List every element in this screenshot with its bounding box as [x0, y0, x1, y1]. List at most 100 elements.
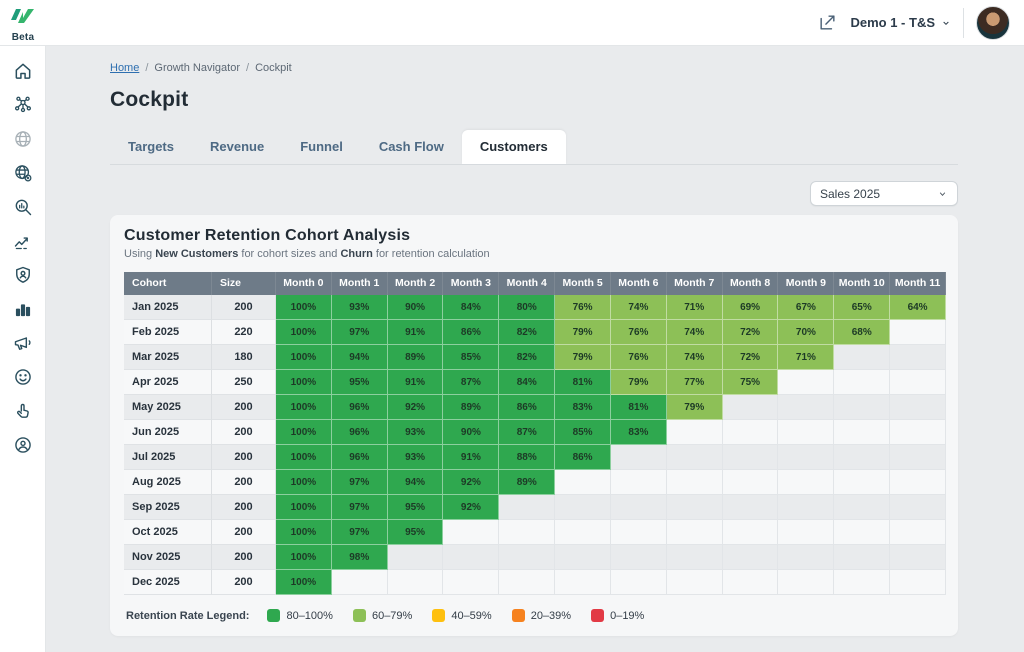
column-header: Size: [212, 272, 276, 295]
retention-cell: 96%: [332, 395, 388, 420]
cohort-label: Dec 2025: [124, 570, 212, 595]
workspace-dropdown[interactable]: Demo 1 - T&S: [850, 15, 951, 30]
empty-cell: [499, 570, 555, 595]
legend-item-label: 60–79%: [372, 610, 412, 622]
empty-cell: [834, 520, 890, 545]
workflow-nodes-icon[interactable]: [12, 94, 34, 116]
user-profile-icon[interactable]: [12, 434, 34, 456]
smiley-icon[interactable]: [12, 366, 34, 388]
retention-cell: 76%: [555, 295, 611, 320]
empty-cell: [555, 495, 611, 520]
legend-item-label: 40–59%: [451, 610, 491, 622]
tab-funnel[interactable]: Funnel: [282, 130, 361, 164]
cohort-label: Mar 2025: [124, 345, 212, 370]
tab-revenue[interactable]: Revenue: [192, 130, 282, 164]
app-logo[interactable]: Beta: [0, 2, 46, 43]
empty-cell: [890, 420, 946, 445]
cohort-label: May 2025: [124, 395, 212, 420]
empty-cell: [667, 495, 723, 520]
retention-cell: 88%: [499, 445, 555, 470]
retention-cell: 72%: [723, 320, 779, 345]
tab-customers[interactable]: Customers: [462, 130, 566, 164]
retention-cell: 100%: [276, 545, 332, 570]
home-icon[interactable]: [12, 60, 34, 82]
globe-pin-icon[interactable]: [12, 162, 34, 184]
empty-cell: [778, 545, 834, 570]
cohort-size: 200: [212, 570, 276, 595]
edit-icon[interactable]: [818, 13, 838, 33]
legend-swatch: [591, 609, 604, 622]
empty-cell: [778, 495, 834, 520]
empty-cell: [778, 445, 834, 470]
table-row: Jul 2025200100%96%93%91%88%86%: [124, 445, 946, 470]
breadcrumb-home-link[interactable]: Home: [110, 62, 139, 74]
globe-icon[interactable]: [12, 128, 34, 150]
empty-cell: [611, 445, 667, 470]
retention-cell: 86%: [499, 395, 555, 420]
empty-cell: [834, 495, 890, 520]
retention-cell: 81%: [555, 370, 611, 395]
retention-cell: 90%: [388, 295, 444, 320]
search-analytics-icon[interactable]: [12, 196, 34, 218]
empty-cell: [611, 570, 667, 595]
retention-cell: 97%: [332, 470, 388, 495]
retention-legend: Retention Rate Legend: 80–100%60–79%40–5…: [124, 609, 946, 622]
dataset-select[interactable]: Sales 2025: [810, 181, 958, 206]
cohort-size: 200: [212, 470, 276, 495]
column-header: Month 6: [611, 272, 667, 295]
dataset-select-value: Sales 2025: [820, 187, 880, 201]
tab-cash-flow[interactable]: Cash Flow: [361, 130, 462, 164]
shield-user-icon[interactable]: [12, 264, 34, 286]
empty-cell: [890, 445, 946, 470]
empty-cell: [723, 495, 779, 520]
empty-cell: [778, 395, 834, 420]
empty-cell: [611, 470, 667, 495]
user-avatar[interactable]: [976, 6, 1010, 40]
retention-cell: 100%: [276, 495, 332, 520]
table-row: Nov 2025200100%98%: [124, 545, 946, 570]
tab-bar: Targets Revenue Funnel Cash Flow Custome…: [110, 130, 958, 165]
retention-cell: 83%: [611, 420, 667, 445]
empty-cell: [778, 420, 834, 445]
empty-cell: [890, 495, 946, 520]
empty-cell: [667, 520, 723, 545]
breadcrumb: Home / Growth Navigator / Cockpit: [110, 62, 958, 74]
empty-cell: [555, 520, 611, 545]
column-header: Month 5: [555, 272, 611, 295]
chevron-down-icon: [941, 19, 951, 27]
retention-cell: 100%: [276, 520, 332, 545]
card-title: Customer Retention Cohort Analysis: [124, 227, 946, 245]
bar-chart-icon[interactable]: [12, 298, 34, 320]
legend-item: 40–59%: [432, 609, 491, 622]
column-header: Month 2: [388, 272, 444, 295]
empty-cell: [667, 470, 723, 495]
empty-cell: [555, 570, 611, 595]
cohort-label: Feb 2025: [124, 320, 212, 345]
logo-beta-label: Beta: [12, 32, 34, 43]
retention-cell: 71%: [778, 345, 834, 370]
column-header: Month 3: [443, 272, 499, 295]
column-header: Month 9: [778, 272, 834, 295]
retention-cell: 87%: [443, 370, 499, 395]
empty-cell: [723, 570, 779, 595]
table-row: Mar 2025180100%94%89%85%82%79%76%74%72%7…: [124, 345, 946, 370]
retention-cell: 97%: [332, 320, 388, 345]
growth-chart-icon[interactable]: [12, 230, 34, 252]
retention-cell: 96%: [332, 420, 388, 445]
cohort-size: 200: [212, 520, 276, 545]
retention-cell: 70%: [778, 320, 834, 345]
megaphone-icon[interactable]: [12, 332, 34, 354]
retention-cell: 91%: [388, 320, 444, 345]
empty-cell: [667, 545, 723, 570]
empty-cell: [834, 370, 890, 395]
legend-item: 0–19%: [591, 609, 644, 622]
header-divider: [963, 8, 964, 38]
tab-targets[interactable]: Targets: [110, 130, 192, 164]
table-body: Jan 2025200100%93%90%84%80%76%74%71%69%6…: [124, 295, 946, 595]
retention-cell: 74%: [667, 320, 723, 345]
empty-cell: [611, 495, 667, 520]
retention-cell: 95%: [388, 495, 444, 520]
gesture-tap-icon[interactable]: [12, 400, 34, 422]
chevron-down-icon: [937, 190, 948, 198]
column-header: Month 1: [332, 272, 388, 295]
